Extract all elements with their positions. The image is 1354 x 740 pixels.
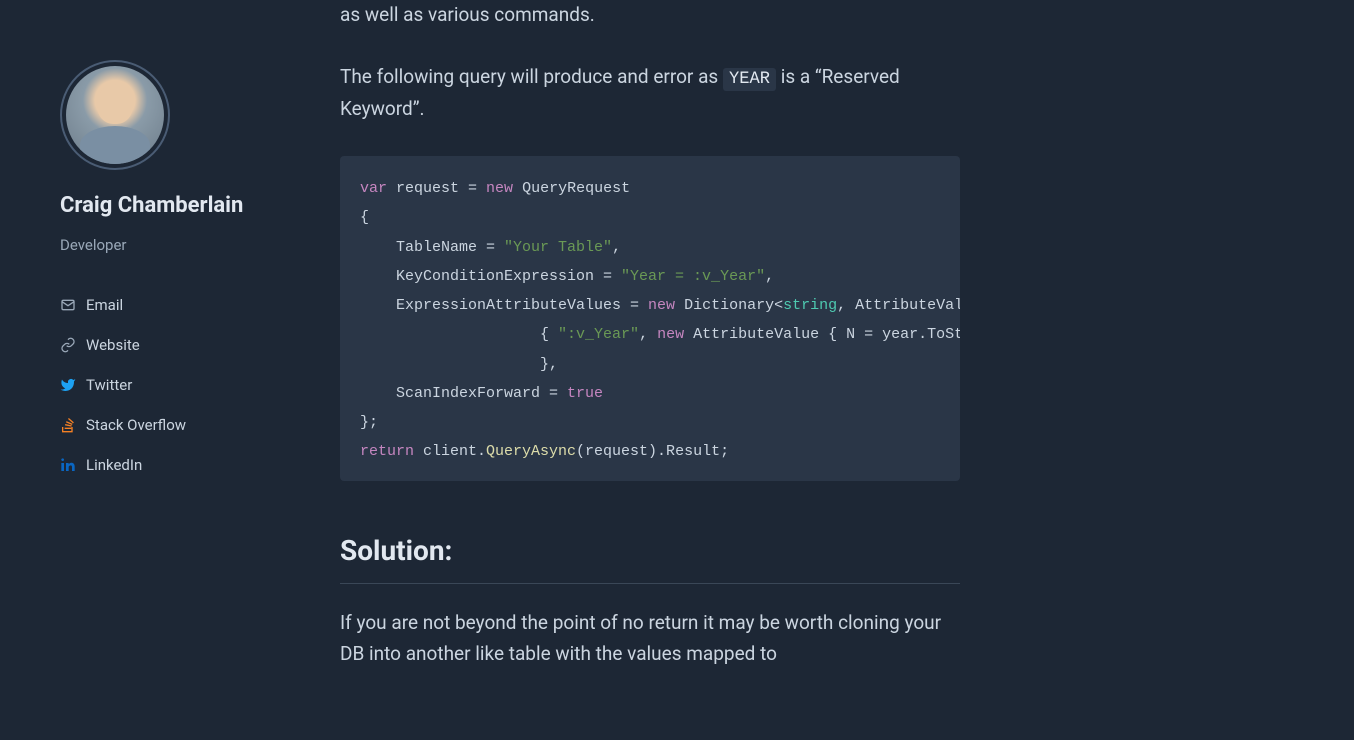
article-main: as well as various commands. The followi…: [300, 0, 980, 740]
sidebar: Craig Chamberlain Developer Email Websit…: [0, 0, 300, 740]
avatar-ring: [60, 60, 170, 170]
avatar[interactable]: [66, 66, 164, 164]
twitter-icon: [60, 377, 76, 393]
solution-para: If you are not beyond the point of no re…: [340, 608, 960, 669]
social-links: Email Website Twitter Stack Overflow Lin…: [60, 285, 270, 485]
link-stackoverflow[interactable]: Stack Overflow: [60, 405, 270, 445]
link-website[interactable]: Website: [60, 325, 270, 365]
link-label: Email: [86, 293, 123, 317]
link-label: LinkedIn: [86, 453, 142, 477]
mail-icon: [60, 297, 76, 313]
para-text: The following query will produce and err…: [340, 65, 723, 88]
intro-fragment: as well as various commands.: [340, 0, 960, 30]
link-label: Stack Overflow: [86, 413, 186, 437]
link-email[interactable]: Email: [60, 285, 270, 325]
author-role: Developer: [60, 233, 270, 257]
link-twitter[interactable]: Twitter: [60, 365, 270, 405]
link-label: Website: [86, 333, 140, 357]
stackoverflow-icon: [60, 417, 76, 433]
link-label: Twitter: [86, 373, 132, 397]
inline-code-year: YEAR: [723, 68, 776, 91]
author-name: Craig Chamberlain: [60, 188, 270, 223]
code-content[interactable]: var request = new QueryRequest { TableNa…: [340, 156, 960, 481]
code-block: var request = new QueryRequest { TableNa…: [340, 156, 960, 481]
link-icon: [60, 337, 76, 353]
solution-heading: Solution:: [340, 529, 960, 585]
error-description: The following query will produce and err…: [340, 62, 960, 124]
linkedin-icon: [60, 457, 76, 473]
link-linkedin[interactable]: LinkedIn: [60, 445, 270, 485]
